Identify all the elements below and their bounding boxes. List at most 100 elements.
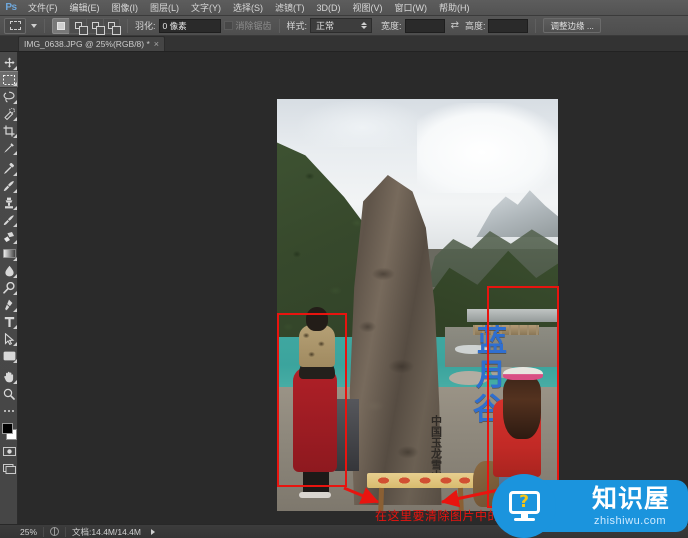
- quick-mask-toggle[interactable]: [0, 443, 18, 460]
- divider: [535, 18, 537, 33]
- menu-select[interactable]: 选择(S): [227, 0, 269, 16]
- menu-image[interactable]: 图像(I): [106, 0, 145, 16]
- color-swatches[interactable]: [0, 421, 18, 443]
- menu-bar: Ps 文件(F) 编辑(E) 图像(I) 图层(L) 文字(Y) 选择(S) 滤…: [0, 0, 688, 16]
- menu-type[interactable]: 文字(Y): [185, 0, 227, 16]
- divider: [278, 18, 280, 33]
- tool-submenu-indicator: [13, 342, 17, 346]
- quick-selection-tool[interactable]: [0, 105, 18, 122]
- tool-submenu-indicator: [13, 308, 17, 312]
- gradient-tool[interactable]: [0, 245, 18, 262]
- menu-view[interactable]: 视图(V): [347, 0, 389, 16]
- canvas-area[interactable]: 蓝 月 谷 中国玉龙雪山 在这里要清除图片中的多: [18, 52, 688, 524]
- antialias-checkbox[interactable]: [223, 21, 233, 30]
- horizontal-type-tool[interactable]: [0, 313, 18, 330]
- tool-submenu-indicator: [13, 134, 17, 138]
- move-tool[interactable]: [0, 54, 18, 71]
- menu-edit[interactable]: 编辑(E): [64, 0, 106, 16]
- divider: [127, 18, 128, 33]
- tool-submenu-indicator: [13, 117, 17, 121]
- document-tab-bar: IMG_0638.JPG @ 25%(RGB/8) * ×: [0, 36, 688, 52]
- width-label: 宽度:: [381, 21, 402, 31]
- watermark: ? 知识屋 zhishiwu.com: [492, 474, 688, 538]
- tool-submenu-indicator: [13, 100, 17, 104]
- style-select[interactable]: 正常: [310, 18, 373, 33]
- tool-submenu-indicator: [13, 172, 17, 176]
- question-mark-glyph: ?: [519, 491, 529, 512]
- clone-stamp-tool[interactable]: [0, 194, 18, 211]
- height-label: 高度:: [464, 21, 486, 31]
- width-input[interactable]: [404, 18, 445, 33]
- history-brush-tool[interactable]: [0, 211, 18, 228]
- selection-mode-subtract[interactable]: [86, 17, 105, 35]
- new-selection-icon: [57, 21, 65, 30]
- spot-healing-brush-tool[interactable]: [0, 160, 18, 177]
- feather-input[interactable]: 0 像素: [158, 18, 221, 33]
- watermark-brand: 知识屋: [592, 484, 671, 513]
- refine-edge-button[interactable]: 调整边缘 ...: [543, 18, 601, 33]
- annotation-arrows: [343, 486, 509, 508]
- foreground-color-swatch[interactable]: [2, 423, 13, 434]
- crop-tool[interactable]: [0, 122, 18, 139]
- hand-tool[interactable]: [0, 368, 18, 385]
- menu-layer[interactable]: 图层(L): [144, 0, 185, 16]
- eyedropper-tool[interactable]: [0, 139, 18, 156]
- watermark-url: zhishiwu.com: [594, 515, 667, 527]
- document-size: 文档:14.4M/14.4M: [72, 526, 141, 537]
- tool-submenu-indicator: [13, 223, 17, 227]
- current-tool-preview[interactable]: [4, 17, 26, 34]
- antialias-label: 消除锯齿: [235, 21, 272, 31]
- divider: [44, 18, 45, 33]
- blur-tool[interactable]: [0, 262, 18, 279]
- path-selection-tool[interactable]: [0, 330, 18, 347]
- feather-label: 羽化:: [135, 21, 156, 31]
- menu-help[interactable]: 帮助(H): [433, 0, 476, 16]
- selection-mode-new[interactable]: [52, 17, 69, 34]
- selection-mode-group: [52, 17, 121, 35]
- menu-3d[interactable]: 3D(D): [311, 0, 347, 16]
- play-triangle-icon[interactable]: [151, 528, 155, 535]
- menu-filter[interactable]: 滤镜(T): [269, 0, 311, 16]
- rectangle-tool[interactable]: [0, 347, 18, 364]
- style-label: 样式:: [286, 21, 308, 31]
- tool-submenu-indicator: [13, 151, 17, 155]
- menu-window[interactable]: 窗口(W): [389, 0, 434, 16]
- tool-submenu-indicator: [13, 380, 17, 384]
- photoshop-window: Ps 文件(F) 编辑(E) 图像(I) 图层(L) 文字(Y) 选择(S) 滤…: [0, 0, 688, 538]
- select-arrows-icon: [361, 22, 368, 29]
- document-tab-label: IMG_0638.JPG @ 25%(RGB/8) *: [24, 39, 150, 49]
- height-input[interactable]: [488, 18, 529, 33]
- selection-mode-add[interactable]: [69, 17, 88, 35]
- tool-submenu-indicator: [13, 257, 17, 261]
- zoom-tool[interactable]: [0, 385, 18, 402]
- pen-tool[interactable]: [0, 296, 18, 313]
- zoom-level[interactable]: 25%: [20, 527, 37, 537]
- tool-submenu-indicator: [13, 359, 17, 363]
- add-selection-icon: [74, 22, 88, 35]
- tool-preset-chevron-down-icon[interactable]: [31, 23, 37, 28]
- lasso-tool[interactable]: [0, 88, 18, 105]
- screen-mode-toggle[interactable]: [0, 460, 18, 477]
- dodge-tool[interactable]: [0, 279, 18, 296]
- eraser-tool[interactable]: [0, 228, 18, 245]
- document-info-icon: [50, 527, 60, 536]
- swap-dimensions-icon[interactable]: ⇄: [448, 20, 462, 31]
- divider: [43, 526, 45, 537]
- edit-toolbar-tool[interactable]: [0, 402, 18, 419]
- brush-tool[interactable]: [0, 177, 18, 194]
- tool-submenu-indicator: [13, 66, 17, 70]
- subtract-selection-icon: [91, 22, 105, 35]
- annotation-arrow-left: [343, 486, 380, 504]
- monitor-base: [513, 518, 535, 521]
- menu-file[interactable]: 文件(F): [22, 0, 64, 16]
- tool-submenu-indicator: [13, 206, 17, 210]
- selection-mode-intersect[interactable]: [103, 17, 121, 35]
- tool-submenu-indicator: [13, 82, 17, 86]
- document-tab[interactable]: IMG_0638.JPG @ 25%(RGB/8) * ×: [18, 36, 166, 51]
- photoshop-logo: Ps: [5, 2, 17, 13]
- tool-submenu-indicator: [13, 274, 17, 278]
- marquee-icon: [9, 21, 21, 30]
- rectangular-marquee-tool[interactable]: [0, 71, 18, 88]
- close-icon[interactable]: ×: [154, 39, 159, 49]
- style-select-value: 正常: [316, 21, 335, 31]
